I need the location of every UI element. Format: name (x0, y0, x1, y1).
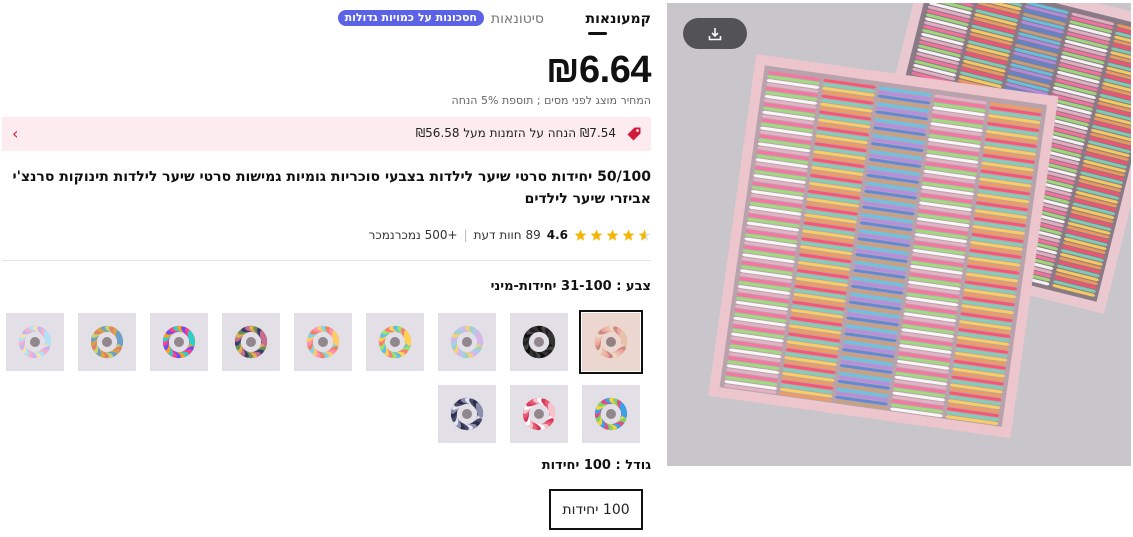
color-swatch-8[interactable] (78, 313, 136, 371)
color-swatch-3[interactable] (438, 313, 496, 371)
color-swatch-7[interactable] (150, 313, 208, 371)
star-half-icon (638, 229, 651, 241)
color-swatch-9[interactable] (6, 313, 64, 371)
bulk-savings-badge: חסכונות על כמויות גדולות (337, 10, 484, 26)
color-swatch-5[interactable] (294, 313, 352, 371)
color-swatch-6[interactable] (222, 313, 280, 371)
color-swatch-2[interactable] (510, 313, 568, 371)
star-icon (590, 229, 603, 241)
active-tab-indicator (588, 32, 607, 35)
separator: | (463, 228, 468, 242)
product-title: 50/100 יחידות סרטי שיער לילדות בצבעי סוכ… (12, 169, 651, 207)
star-icon (622, 229, 635, 241)
color-swatch-11[interactable] (510, 385, 568, 443)
tab-retail[interactable]: קמעונאות (586, 10, 651, 28)
star-rating (574, 229, 651, 242)
price: ₪6.64 (545, 49, 652, 91)
color-swatch-1[interactable] (579, 310, 643, 374)
rating-value: 4.6 (546, 228, 568, 242)
price-note: המחיר מוצג לפני מסים ; תוספת 5% הנחה (451, 94, 651, 107)
divider (2, 260, 651, 261)
color-label: צבע : 31-100 יחידות-מיני (490, 279, 651, 294)
product-photo (667, 3, 1131, 466)
download-button[interactable] (683, 18, 747, 49)
promo-text: ₪7.54 הנחה על הזמנות מעל ₪56.58 (415, 126, 616, 140)
chevron-right-icon: › (12, 124, 19, 143)
sold-count: +500 נמכרנמכר (368, 228, 458, 242)
rating-row: 4.6 89 חוות דעת | +500 נמכרנמכר (369, 226, 651, 244)
star-icon (574, 229, 587, 241)
size-label: גודל : 100 יחידות (541, 458, 651, 473)
color-swatch-12[interactable] (438, 385, 496, 443)
promo-banner[interactable]: ₪7.54 הנחה על הזמנות מעל ₪56.58 › (2, 117, 651, 151)
product-image[interactable] (667, 3, 1131, 466)
tag-icon (626, 126, 642, 146)
size-option-100[interactable]: 100 יחידות (549, 489, 643, 530)
tab-wholesale[interactable]: סיטונאות (491, 10, 544, 28)
review-count[interactable]: 89 חוות דעת (474, 228, 541, 242)
color-swatch-4[interactable] (366, 313, 424, 371)
download-icon (708, 27, 722, 40)
color-swatch-10[interactable] (582, 385, 640, 443)
star-icon (606, 229, 619, 241)
